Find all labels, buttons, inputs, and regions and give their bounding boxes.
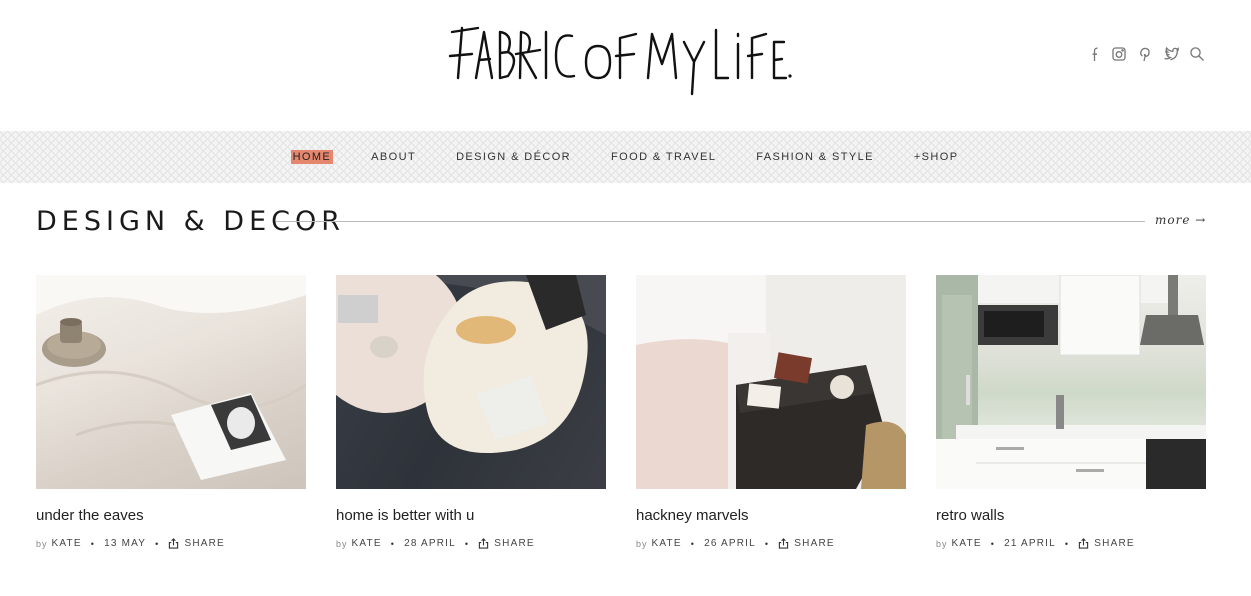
site-logo-wordmark: [448, 26, 792, 96]
post-card: hackney marvels by KATE • 26 APRIL • SHA…: [636, 275, 906, 549]
post-by-label: by: [936, 538, 948, 549]
meta-separator: •: [155, 538, 160, 549]
post-meta: by KATE • 13 MAY • SHARE: [36, 538, 306, 549]
share-label: SHARE: [1094, 538, 1135, 549]
nav-item-fashion-style[interactable]: FASHION & STYLE: [754, 150, 876, 164]
post-card: home is better with u by KATE • 28 APRIL…: [336, 275, 606, 549]
post-meta: by KATE • 26 APRIL • SHARE: [636, 538, 906, 549]
meta-separator: •: [990, 538, 996, 549]
post-thumbnail[interactable]: [636, 275, 906, 489]
nav-item-shop[interactable]: +SHOP: [912, 150, 961, 164]
instagram-icon[interactable]: [1110, 44, 1128, 64]
main-navigation-band: HOME ABOUT DESIGN & DÉCOR FOOD & TRAVEL …: [0, 131, 1251, 183]
post-date: 26 APRIL: [704, 538, 756, 549]
post-title[interactable]: home is better with u: [336, 507, 606, 524]
post-author[interactable]: KATE: [652, 538, 682, 549]
share-button[interactable]: SHARE: [168, 538, 224, 549]
share-icon: [479, 538, 489, 549]
share-button[interactable]: SHARE: [778, 538, 834, 549]
meta-separator: •: [764, 538, 770, 549]
meta-separator: •: [90, 538, 96, 549]
post-thumbnail[interactable]: [936, 275, 1206, 489]
post-title[interactable]: under the eaves: [36, 507, 306, 524]
meta-separator: •: [690, 538, 696, 549]
meta-separator: •: [464, 538, 470, 549]
share-icon: [169, 538, 179, 549]
post-thumbnail-image: [636, 275, 906, 489]
social-links: [1084, 44, 1206, 64]
meta-separator: •: [1064, 538, 1070, 549]
post-thumbnail[interactable]: [36, 275, 306, 489]
post-thumbnail-image: [336, 275, 606, 453]
share-label: SHARE: [794, 538, 835, 549]
post-thumbnail-image: [36, 275, 306, 480]
meta-separator: •: [390, 538, 396, 549]
nav-item-about[interactable]: ABOUT: [369, 150, 418, 164]
post-author[interactable]: KATE: [352, 538, 382, 549]
post-thumbnail[interactable]: [336, 275, 606, 489]
site-logo[interactable]: [448, 18, 793, 98]
share-button[interactable]: SHARE: [1078, 538, 1134, 549]
share-icon: [779, 538, 789, 549]
twitter-icon[interactable]: [1162, 44, 1180, 64]
post-meta: by KATE • 21 APRIL • SHARE: [936, 538, 1206, 549]
post-date: 28 APRIL: [404, 538, 456, 549]
post-card: retro walls by KATE • 21 APRIL • SHARE: [936, 275, 1206, 549]
more-link[interactable]: more →: [1155, 213, 1206, 227]
share-label: SHARE: [184, 538, 225, 549]
share-label: SHARE: [494, 538, 535, 549]
post-by-label: by: [36, 538, 48, 549]
post-title[interactable]: retro walls: [936, 507, 1206, 524]
main-navigation: HOME ABOUT DESIGN & DÉCOR FOOD & TRAVEL …: [0, 131, 1251, 183]
facebook-icon[interactable]: [1084, 44, 1102, 64]
post-meta: by KATE • 28 APRIL • SHARE: [336, 538, 606, 549]
share-icon: [1079, 538, 1089, 549]
post-author[interactable]: KATE: [52, 538, 82, 549]
section-divider: [276, 221, 1145, 222]
search-icon[interactable]: [1188, 44, 1206, 64]
post-by-label: by: [336, 538, 348, 549]
post-thumbnail-image: [936, 275, 1206, 489]
post-date: 21 APRIL: [1004, 538, 1056, 549]
post-date: 13 MAY: [104, 538, 147, 549]
pinterest-icon[interactable]: [1136, 44, 1154, 64]
nav-item-food-travel[interactable]: FOOD & TRAVEL: [609, 150, 718, 164]
nav-item-home[interactable]: HOME: [290, 150, 334, 164]
post-card: under the eaves by KATE • 13 MAY • SHARE: [36, 275, 306, 549]
nav-item-design-decor[interactable]: DESIGN & DÉCOR: [454, 150, 573, 164]
post-by-label: by: [636, 538, 648, 549]
share-button[interactable]: SHARE: [478, 538, 534, 549]
post-author[interactable]: KATE: [952, 538, 982, 549]
post-title[interactable]: hackney marvels: [636, 507, 906, 524]
